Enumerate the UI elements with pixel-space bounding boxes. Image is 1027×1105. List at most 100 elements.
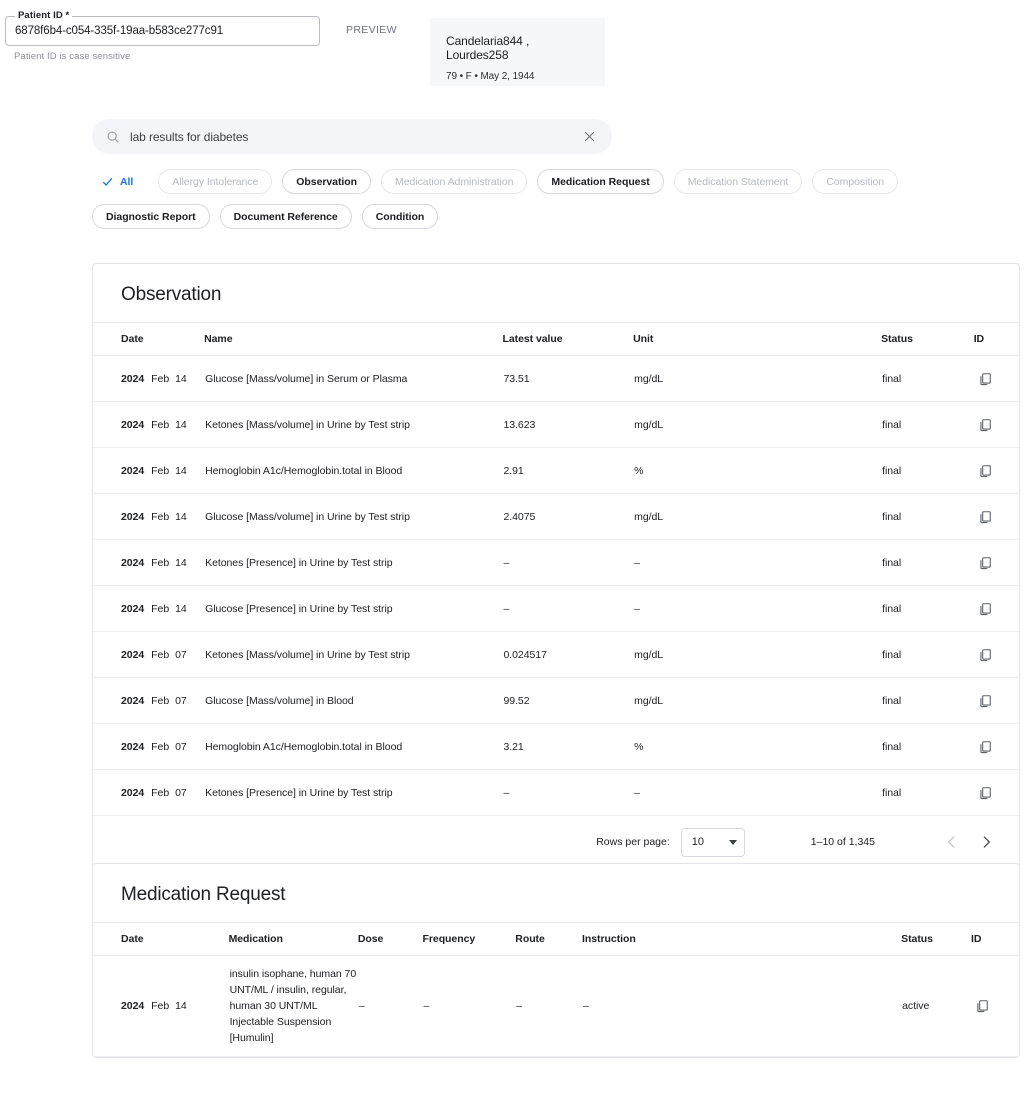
table-row[interactable]: 2024Feb14Glucose [Presence] in Urine by … [93,586,1019,632]
cell-id [974,402,1019,448]
copy-icon [978,648,992,662]
table-row[interactable]: 2024Feb07Hemoglobin A1c/Hemoglobin.total… [93,724,1019,770]
column-header-name: Name [204,323,502,356]
cell-status: final [881,770,974,816]
column-header-latest-value: Latest value [502,323,633,356]
date-year: 2024 [121,373,144,385]
chevron-down-icon [729,840,737,845]
patient-id-input[interactable]: Patient ID * 6878f6b4-c054-335f-19aa-b58… [5,16,320,46]
observation-title: Observation [93,264,1019,322]
date-year: 2024 [121,603,144,615]
cell-unit: – [633,586,881,632]
copy-icon [978,740,992,754]
chevron-left-icon [944,834,960,850]
copy-id-button[interactable] [975,507,995,527]
medication-request-table-body: 2024Feb14insulin isophane, human 70 UNT/… [93,956,1019,1057]
cell-name: Ketones [Mass/volume] in Urine by Test s… [204,402,502,448]
date-year: 2024 [121,695,144,707]
table-row[interactable]: 2024Feb14Ketones [Mass/volume] in Urine … [93,402,1019,448]
cell-instruction: – [582,956,901,1057]
patient-id-label: Patient ID * [15,10,72,21]
pagination-range: 1–10 of 1,345 [811,836,875,848]
table-row[interactable]: 2024Feb14Ketones [Presence] in Urine by … [93,540,1019,586]
chip-composition: Composition [812,169,898,194]
cell-status: final [881,632,974,678]
copy-icon [978,602,992,616]
cell-id [974,632,1019,678]
column-header-dose: Dose [358,923,423,956]
date-month: Feb [151,465,169,477]
cell-frequency: – [423,956,516,1057]
chip-condition[interactable]: Condition [362,204,439,229]
cell-date: 2024Feb14 [93,956,229,1057]
cell-unit: mg/dL [633,356,881,402]
cell-latest-value: 0.024517 [502,632,633,678]
copy-id-button[interactable] [975,369,995,389]
column-header-route: Route [515,923,582,956]
chip-all[interactable]: All [92,169,148,194]
cell-latest-value: 2.4075 [502,494,633,540]
cell-latest-value: 73.51 [502,356,633,402]
date-year: 2024 [121,741,144,753]
copy-id-button[interactable] [975,553,995,573]
rows-per-page-value: 10 [692,836,704,848]
resource-filter-chips: All Allergy Intolerance Observation Medi… [92,169,992,229]
chip-diagnostic-report[interactable]: Diagnostic Report [92,204,210,229]
table-row[interactable]: 2024Feb14Hemoglobin A1c/Hemoglobin.total… [93,448,1019,494]
copy-id-button[interactable] [975,737,995,757]
medication-request-table-head: Date Medication Dose Frequency Route Ins… [93,923,1019,956]
table-row[interactable]: 2024Feb07Ketones [Mass/volume] in Urine … [93,632,1019,678]
cell-date: 2024Feb07 [93,724,204,770]
close-icon[interactable] [583,130,596,143]
cell-status: final [881,494,974,540]
preview-label: PREVIEW [346,24,397,36]
chip-label: Composition [826,176,884,188]
date-day: 07 [175,695,187,707]
observation-card: Observation Date Name Latest value Unit … [92,263,1020,869]
search-bar[interactable]: lab results for diabetes [92,119,612,154]
medication-request-card: Medication Request Date Medication Dose … [92,863,1020,1058]
rows-per-page-select[interactable]: 10 [681,828,745,857]
patient-demographics: 79 • F • May 2, 1944 [446,71,591,82]
rows-per-page-label: Rows per page: [596,836,670,848]
chip-label: Medication Administration [395,176,513,188]
copy-icon [978,464,992,478]
copy-id-button[interactable] [972,996,992,1016]
copy-icon [978,786,992,800]
table-row[interactable]: 2024Feb07Glucose [Mass/volume] in Blood9… [93,678,1019,724]
cell-unit: mg/dL [633,402,881,448]
chip-medication-request[interactable]: Medication Request [537,169,663,194]
date-day: 14 [175,419,187,431]
patient-id-field-wrapper: Patient ID * 6878f6b4-c054-335f-19aa-b58… [5,16,320,62]
cell-status: final [881,678,974,724]
copy-id-button[interactable] [975,691,995,711]
copy-icon [978,694,992,708]
table-row[interactable]: 2024Feb14Glucose [Mass/volume] in Urine … [93,494,1019,540]
chip-observation[interactable]: Observation [282,169,371,194]
cell-id [974,494,1019,540]
date-month: Feb [151,419,169,431]
chip-document-reference[interactable]: Document Reference [220,204,352,229]
previous-page-button[interactable] [935,825,969,859]
table-row[interactable]: 2024Feb14Glucose [Mass/volume] in Serum … [93,356,1019,402]
copy-id-button[interactable] [975,599,995,619]
observation-table-head: Date Name Latest value Unit Status ID [93,323,1019,356]
copy-id-button[interactable] [975,783,995,803]
next-page-button[interactable] [969,825,1003,859]
chip-label: Medication Request [551,176,649,188]
chip-label: Allergy Intolerance [172,176,258,188]
copy-id-button[interactable] [975,415,995,435]
copy-icon [975,999,989,1013]
table-row[interactable]: 2024Feb14insulin isophane, human 70 UNT/… [93,956,1019,1057]
copy-icon [978,510,992,524]
table-row[interactable]: 2024Feb07Ketones [Presence] in Urine by … [93,770,1019,816]
copy-id-button[interactable] [975,645,995,665]
copy-id-button[interactable] [975,461,995,481]
chip-label: Condition [376,211,425,223]
search-input[interactable]: lab results for diabetes [130,130,583,144]
date-year: 2024 [121,787,144,799]
cell-status: active [901,956,971,1057]
observation-pagination: Rows per page: 10 1–10 of 1,345 [93,816,1019,868]
cell-latest-value: 13.623 [502,402,633,448]
cell-name: Glucose [Mass/volume] in Urine by Test s… [204,494,502,540]
